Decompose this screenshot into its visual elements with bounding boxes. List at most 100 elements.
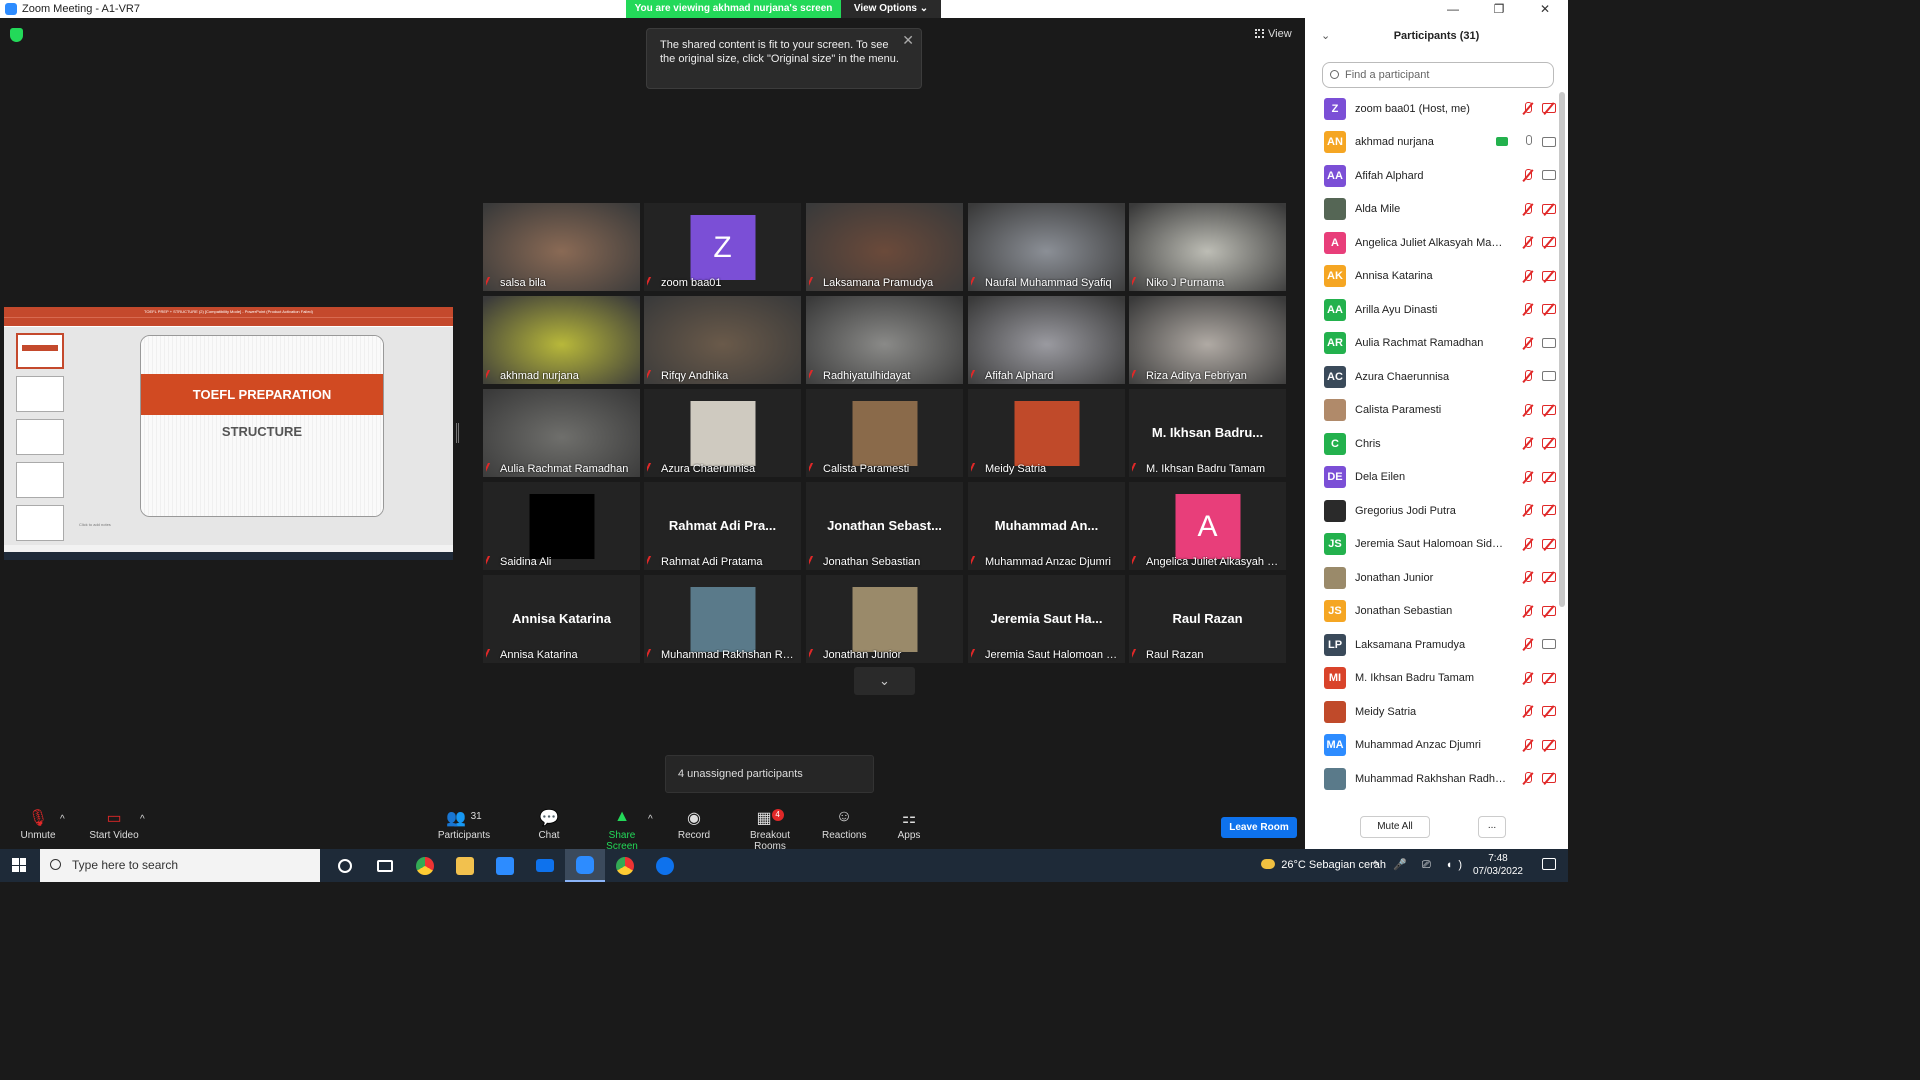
video-tile[interactable]: Raul Razan Raul Razan bbox=[1129, 575, 1286, 663]
participant-row[interactable]: C Chris bbox=[1305, 427, 1560, 461]
participant-row[interactable]: Meidy Satria bbox=[1305, 695, 1560, 729]
next-page-chevron-icon[interactable]: ⌄ bbox=[854, 667, 915, 695]
participant-row[interactable]: MA Muhammad Anzac Djumri bbox=[1305, 729, 1560, 763]
taskbar-search-input[interactable]: Type here to search bbox=[40, 849, 320, 882]
participant-row[interactable]: JS Jeremia Saut Halomoan Sidaur... bbox=[1305, 528, 1560, 562]
mic-muted-icon bbox=[1522, 437, 1534, 450]
participant-row[interactable]: DE Dela Eilen bbox=[1305, 461, 1560, 495]
task-view-icon[interactable] bbox=[365, 849, 405, 882]
participant-row[interactable]: Zzoom baa01 (Host, me) bbox=[1305, 92, 1560, 126]
tooltip-close-icon[interactable]: ✕ bbox=[902, 33, 914, 47]
zoom-app-icon[interactable] bbox=[565, 849, 605, 882]
weather-widget[interactable]: 26°C Sebagian cerah bbox=[1261, 859, 1386, 871]
video-tile[interactable]: Jeremia Saut Ha... Jeremia Saut Halomoan … bbox=[968, 575, 1125, 663]
participant-avatar: MA bbox=[1324, 734, 1346, 757]
file-explorer-icon[interactable] bbox=[445, 849, 485, 882]
minimize-button[interactable]: — bbox=[1430, 0, 1476, 18]
audio-options-caret[interactable]: ^ bbox=[60, 814, 65, 825]
video-tile[interactable]: Rahmat Adi Pra... Rahmat Adi Pratama bbox=[644, 482, 801, 570]
video-tile[interactable]: Niko J Purnama bbox=[1129, 203, 1286, 291]
apps-button[interactable]: ⚏ Apps bbox=[896, 808, 922, 841]
participant-row[interactable]: Alda Mile bbox=[1305, 193, 1560, 227]
video-tile[interactable]: Afifah Alphard bbox=[968, 296, 1125, 384]
video-tile[interactable]: Rifqy Andhika bbox=[644, 296, 801, 384]
participant-row[interactable]: Calista Paramesti bbox=[1305, 394, 1560, 428]
participant-row[interactable]: Muhammad Rakhshan Radhian... bbox=[1305, 762, 1560, 796]
participant-row[interactable]: LP Laksamana Pramudya bbox=[1305, 628, 1560, 662]
participant-row[interactable]: Gregorius Jodi Putra bbox=[1305, 494, 1560, 528]
security-shield-icon[interactable] bbox=[10, 28, 23, 42]
leave-room-button[interactable]: Leave Room bbox=[1221, 817, 1297, 838]
participant-list[interactable]: Zzoom baa01 (Host, me) AN akhmad nurjana AA… bbox=[1305, 92, 1560, 805]
notifications-icon[interactable] bbox=[1542, 858, 1556, 870]
breakout-rooms-button[interactable]: ▦ 4 Breakout Rooms bbox=[733, 808, 807, 852]
video-tile[interactable]: M. Ikhsan Badru... M. Ikhsan Badru Tamam bbox=[1129, 389, 1286, 477]
video-tile[interactable]: Radhiyatulhidayat bbox=[806, 296, 963, 384]
windows-start-icon[interactable] bbox=[12, 858, 26, 872]
clock[interactable]: 7:48 07/03/2022 bbox=[1473, 852, 1523, 878]
participant-avatar: Z bbox=[1324, 97, 1346, 120]
store-icon[interactable] bbox=[485, 849, 525, 882]
participant-photo bbox=[852, 587, 917, 652]
participant-row[interactable]: AR Aulia Rachmat Ramadhan bbox=[1305, 327, 1560, 361]
video-tile[interactable]: akhmad nurjana bbox=[483, 296, 640, 384]
video-tile[interactable]: Calista Paramesti bbox=[806, 389, 963, 477]
video-options-caret[interactable]: ^ bbox=[140, 814, 145, 825]
video-tile[interactable]: Zzoom baa01 bbox=[644, 203, 801, 291]
participant-row[interactable]: AN akhmad nurjana bbox=[1305, 126, 1560, 160]
close-button[interactable]: ✕ bbox=[1522, 0, 1568, 18]
participant-name: Dela Eilen bbox=[1355, 471, 1406, 484]
video-tile[interactable]: salsa bila bbox=[483, 203, 640, 291]
video-tile[interactable]: Jonathan Sebast... Jonathan Sebastian bbox=[806, 482, 963, 570]
mic-muted-icon bbox=[647, 649, 657, 661]
share-options-caret[interactable]: ^ bbox=[648, 814, 653, 825]
participant-row[interactable]: Jonathan Junior bbox=[1305, 561, 1560, 595]
participant-name: Niko J Purnama bbox=[1146, 277, 1225, 289]
chat-button[interactable]: 💬 Chat bbox=[534, 808, 564, 841]
participant-row[interactable]: MI M. Ikhsan Badru Tamam bbox=[1305, 662, 1560, 696]
participant-row[interactable]: AA Arilla Ayu Dinasti bbox=[1305, 293, 1560, 327]
participant-name: Afifah Alphard bbox=[985, 370, 1054, 382]
more-options-button[interactable]: ... bbox=[1478, 816, 1506, 838]
video-tile[interactable]: Annisa Katarina Annisa Katarina bbox=[483, 575, 640, 663]
participants-button[interactable]: 👥 31 Participants bbox=[436, 808, 492, 841]
participant-list-scrollbar[interactable] bbox=[1559, 92, 1565, 607]
participant-row[interactable]: AC Azura Chaerunnisa bbox=[1305, 360, 1560, 394]
shared-screen[interactable]: TOEFL PREP + STRUCTURE (2) [Compatibilit… bbox=[4, 307, 453, 560]
unassigned-participants-notice[interactable]: 4 unassigned participants bbox=[665, 755, 874, 793]
start-video-button[interactable]: ▭ Start Video bbox=[86, 808, 142, 841]
teamviewer-icon[interactable] bbox=[645, 849, 685, 882]
chrome-icon[interactable] bbox=[405, 849, 445, 882]
video-tile[interactable]: Muhammad An... Muhammad Anzac Djumri bbox=[968, 482, 1125, 570]
view-button[interactable]: View bbox=[1255, 28, 1292, 40]
participant-search-input[interactable]: Find a participant bbox=[1322, 62, 1554, 88]
video-tile[interactable]: Naufal Muhammad Syafiq bbox=[968, 203, 1125, 291]
participant-row[interactable]: JS Jonathan Sebastian bbox=[1305, 595, 1560, 629]
video-tile[interactable]: Meidy Satria bbox=[968, 389, 1125, 477]
video-tile[interactable]: Muhammad Rakhshan Rad... bbox=[644, 575, 801, 663]
mail-icon[interactable] bbox=[525, 849, 565, 882]
video-tile[interactable]: Laksamana Pramudya bbox=[806, 203, 963, 291]
maximize-button[interactable]: ❐ bbox=[1476, 0, 1522, 18]
video-tile[interactable]: Aulia Rachmat Ramadhan bbox=[483, 389, 640, 477]
participant-row[interactable]: AA Afifah Alphard bbox=[1305, 159, 1560, 193]
mute-all-button[interactable]: Mute All bbox=[1360, 816, 1430, 838]
share-screen-button[interactable]: ▲ Share Screen bbox=[592, 808, 652, 852]
video-tile[interactable]: Azura Chaerunnisa bbox=[644, 389, 801, 477]
video-tile[interactable]: Saidina Ali bbox=[483, 482, 640, 570]
cortana-icon[interactable] bbox=[325, 849, 365, 882]
shared-status-bar bbox=[4, 545, 453, 552]
video-tile[interactable]: Jonathan Junior bbox=[806, 575, 963, 663]
participant-name: Arilla Ayu Dinasti bbox=[1355, 303, 1438, 316]
tray-icons[interactable]: ^ 🎤 ⎚ ◖) bbox=[1373, 858, 1468, 872]
split-handle[interactable] bbox=[456, 423, 459, 443]
participant-row[interactable]: A Angelica Juliet Alkasyah Massie bbox=[1305, 226, 1560, 260]
video-tile[interactable]: A Angelica Juliet Alkasyah M... bbox=[1129, 482, 1286, 570]
participant-row[interactable]: AK Annisa Katarina bbox=[1305, 260, 1560, 294]
video-tile[interactable]: Riza Aditya Febriyan bbox=[1129, 296, 1286, 384]
record-button[interactable]: ◉ Record bbox=[676, 808, 712, 841]
chrome-profile-icon[interactable] bbox=[605, 849, 645, 882]
view-options-button[interactable]: View Options ⌄ bbox=[841, 0, 941, 18]
unmute-button[interactable]: 🎙 Unmute bbox=[18, 808, 58, 841]
reactions-button[interactable]: ☺ Reactions bbox=[822, 808, 866, 841]
